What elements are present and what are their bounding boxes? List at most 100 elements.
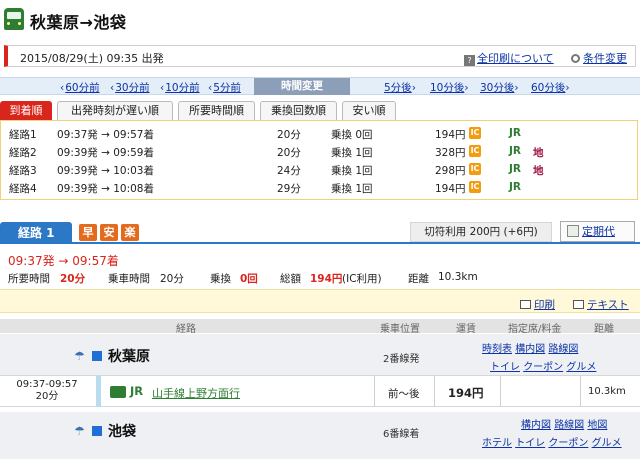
question-icon: ? xyxy=(464,55,475,66)
ic-card-icon: IC xyxy=(469,181,481,193)
toilet-link[interactable]: トイレ xyxy=(515,438,545,449)
route1-times: 09:37発 → 09:57着 xyxy=(8,254,119,268)
chevron-right-icon: › xyxy=(464,82,469,94)
route-duration: 29分 xyxy=(277,183,301,195)
umbrella-icon: ☂ xyxy=(74,349,85,363)
shift-back-10[interactable]: ‹10分前 xyxy=(160,80,200,95)
page-header: 秋葉原→池袋 xyxy=(0,0,640,40)
route-duration: 24分 xyxy=(277,165,301,177)
route-time: 09:39発 → 10:03着 xyxy=(57,165,154,177)
easiest-badge: 楽 xyxy=(121,224,139,241)
print-all-label[interactable]: 全印刷について xyxy=(477,52,554,65)
divider xyxy=(434,376,435,407)
text-link[interactable]: テキスト xyxy=(573,297,629,312)
search-conditions-bar: 2015/08/29(土) 09:35 出発 ? 全印刷について 条件変更 xyxy=(4,45,636,67)
print-link[interactable]: 印刷 xyxy=(520,297,555,312)
segment-duration: 20分 xyxy=(35,391,59,402)
toilet-link[interactable]: トイレ xyxy=(490,362,520,373)
commuter-pass-label[interactable]: 定期代 xyxy=(582,225,615,238)
arrival-station-name[interactable]: 池袋 xyxy=(108,421,136,441)
tab-late-departure[interactable]: 出発時刻が遅い順 xyxy=(57,101,173,120)
route-row[interactable]: 経路3 09:39発 → 10:03着 24分 乗換 1回 298円 IC JR… xyxy=(1,161,637,178)
route-map-link[interactable]: 路線図 xyxy=(548,344,578,355)
shift-back-60[interactable]: ‹60分前 xyxy=(60,80,100,95)
route-transfers: 乗換 1回 xyxy=(331,165,373,177)
fastest-badge: 早 xyxy=(79,224,97,241)
subway-badge: 地 xyxy=(533,147,544,159)
distance-label: 距離 xyxy=(408,273,429,285)
station-links-2: ホテル トイレ クーポン グルメ xyxy=(482,434,622,449)
commuter-pass-icon xyxy=(567,225,579,237)
departure-station-name[interactable]: 秋葉原 xyxy=(108,346,150,366)
gourmet-link[interactable]: グルメ xyxy=(592,438,622,449)
route-transfers: 乗換 1回 xyxy=(331,183,373,195)
route1-tab[interactable]: 経路 1 xyxy=(0,222,72,244)
route-row[interactable]: 経路4 09:39発 → 10:08着 29分 乗換 1回 194円 IC JR xyxy=(1,179,637,196)
time-change-button[interactable]: 時間変更 xyxy=(254,78,350,95)
total-time-label: 所要時間 xyxy=(8,273,50,285)
route-map-link[interactable]: 路線図 xyxy=(554,420,584,431)
route-duration: 20分 xyxy=(277,147,301,159)
print-all-link[interactable]: ? 全印刷について xyxy=(464,50,554,66)
tab-transfer-order[interactable]: 乗換回数順 xyxy=(260,101,337,120)
col-route: 経路 xyxy=(176,324,196,335)
magnifier-icon xyxy=(571,54,580,63)
chevron-right-icon: › xyxy=(411,82,416,94)
route-time: 09:39発 → 10:08着 xyxy=(57,183,154,195)
hotel-link[interactable]: ホテル xyxy=(482,438,512,449)
segment-time-range: 09:37-09:57 xyxy=(16,379,78,390)
commuter-pass-button[interactable]: 定期代 xyxy=(560,221,635,242)
chevron-right-icon: › xyxy=(565,82,570,94)
tab-duration-order[interactable]: 所要時間順 xyxy=(178,101,255,120)
coupon-link[interactable]: クーポン xyxy=(523,362,563,373)
timetable-link[interactable]: 時刻表 xyxy=(482,344,512,355)
route-transfers: 乗換 1回 xyxy=(331,147,373,159)
route-time: 09:39発 → 09:59着 xyxy=(57,147,154,159)
transfers-value: 0回 xyxy=(240,273,258,285)
route-fare: 328円 xyxy=(435,147,466,159)
divider xyxy=(374,376,375,407)
map-link[interactable]: 地図 xyxy=(587,420,607,431)
chevron-left-icon: ‹ xyxy=(110,82,115,94)
segment-distance: 10.3km xyxy=(588,386,626,397)
arrival-station-row: ☂ 池袋 6番線着 構内図 路線図 地図 ホテル トイレ クーポン グルメ xyxy=(0,412,640,459)
col-position: 乗車位置 xyxy=(380,324,420,335)
segment-operator: JR xyxy=(130,384,144,398)
departure-station-row: ☂ 秋葉原 2番線発 時刻表 構内図 路線図 トイレ クーポン グルメ xyxy=(0,334,640,376)
shift-back-30[interactable]: ‹30分前 xyxy=(110,80,150,95)
jr-line-badge: JR xyxy=(509,145,521,157)
route-name: 経路3 xyxy=(9,165,37,177)
chevron-left-icon: ‹ xyxy=(208,82,213,94)
shift-back-5[interactable]: ‹5分前 xyxy=(208,80,241,95)
shift-forward-30[interactable]: 30分後› xyxy=(480,80,520,95)
route-row[interactable]: 経路1 09:37発 → 09:57着 20分 乗換 0回 194円 IC JR xyxy=(1,125,637,142)
shift-forward-5[interactable]: 5分後› xyxy=(384,80,417,95)
subway-badge: 地 xyxy=(533,165,544,177)
col-seat: 指定席/料金 xyxy=(508,324,562,335)
gourmet-link[interactable]: グルメ xyxy=(566,362,596,373)
coupon-link[interactable]: クーポン xyxy=(548,438,588,449)
ic-card-icon: IC xyxy=(469,163,481,175)
search-datetime: 2015/08/29(土) 09:35 出発 xyxy=(20,52,164,65)
change-conditions-label[interactable]: 条件変更 xyxy=(583,52,627,65)
ride-time-value: 20分 xyxy=(160,273,184,285)
arrival-track: 6番線着 xyxy=(383,429,420,440)
train-icon xyxy=(4,8,24,30)
station-map-link[interactable]: 構内図 xyxy=(521,420,551,431)
route-row[interactable]: 経路2 09:39発 → 09:59着 20分 乗換 1回 328円 IC JR… xyxy=(1,143,637,160)
shift-forward-10[interactable]: 10分後› xyxy=(430,80,470,95)
station-map-link[interactable]: 構内図 xyxy=(515,344,545,355)
cheapest-badge: 安 xyxy=(100,224,118,241)
station-links-1: 構内図 路線図 地図 xyxy=(521,416,607,431)
jr-line-badge: JR xyxy=(509,163,521,175)
route-time: 09:37発 → 09:57着 xyxy=(57,129,154,141)
ticket-fare-note: 切符利用 200円 (+6円) xyxy=(410,222,552,242)
tab-cheapest-order[interactable]: 安い順 xyxy=(342,101,396,120)
printer-icon xyxy=(520,300,531,309)
fare-value: 194円 xyxy=(310,273,343,285)
shift-forward-60[interactable]: 60分後› xyxy=(531,80,571,95)
segment-line-name[interactable]: 山手線上野方面行 xyxy=(152,385,240,401)
umbrella-icon: ☂ xyxy=(74,424,85,438)
change-conditions-link[interactable]: 条件変更 xyxy=(571,50,627,66)
tab-arrival-order[interactable]: 到着順 xyxy=(0,101,52,120)
